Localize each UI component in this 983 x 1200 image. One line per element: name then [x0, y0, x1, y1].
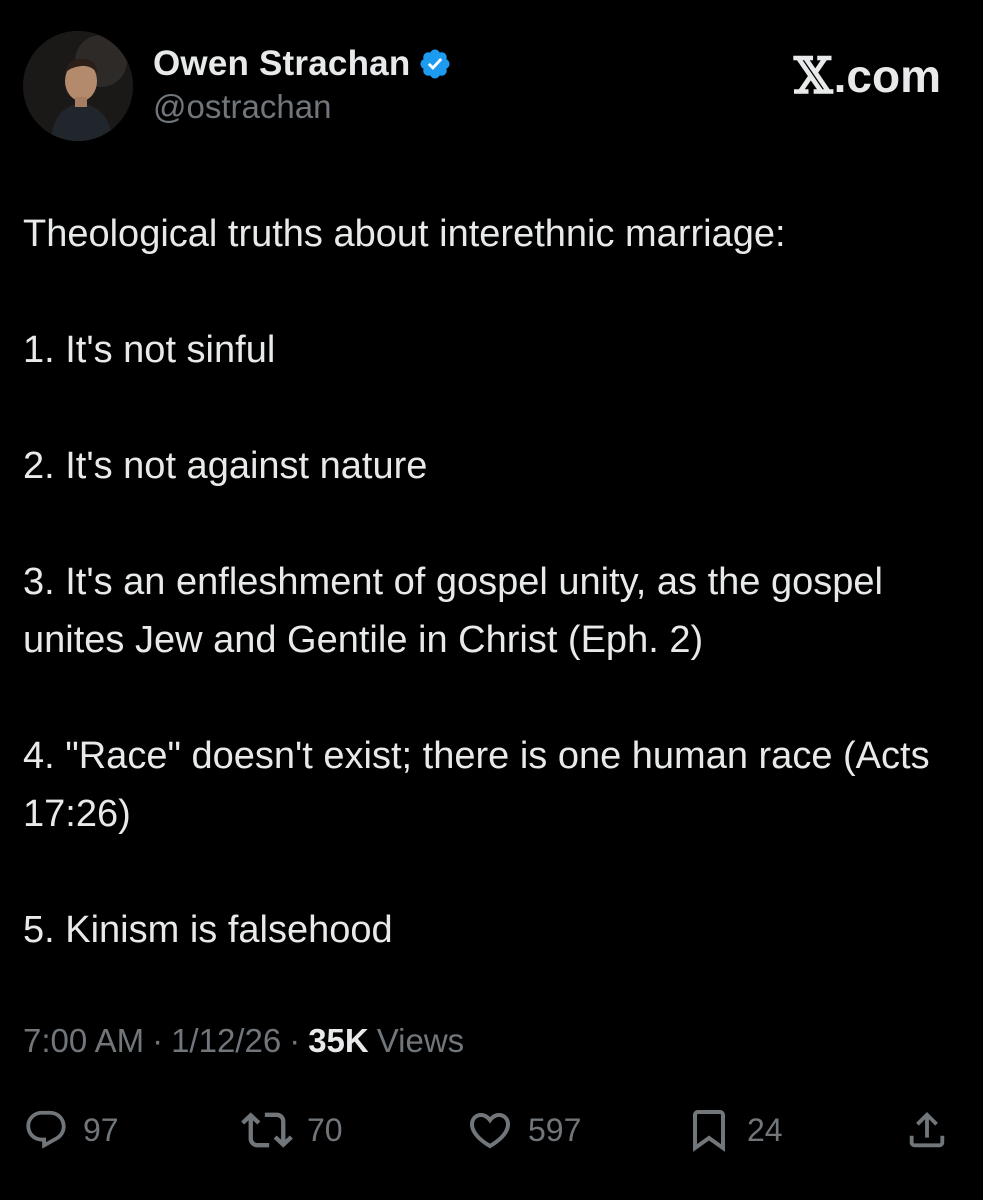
tweet-point-3: 3. It's an enfleshment of gospel unity, …	[23, 561, 883, 661]
tweet-text: Theological truths about interethnic mar…	[23, 205, 953, 1017]
display-name[interactable]: Owen Strachan	[153, 44, 410, 84]
x-logo-icon: 𝕏	[793, 46, 833, 105]
reply-count: 97	[83, 1111, 119, 1148]
tweet-meta: 7:00 AM · 1/12/26 · 35K Views	[23, 1022, 464, 1060]
bookmark-button[interactable]: 24	[685, 1100, 783, 1160]
tweet-header: Owen Strachan @ostrachan 𝕏 .com	[0, 0, 983, 160]
name-row: Owen Strachan	[153, 42, 452, 86]
repost-count: 70	[307, 1111, 343, 1148]
verified-badge-icon	[418, 47, 452, 81]
tweet-point-2: 2. It's not against nature	[23, 445, 428, 487]
views-label: Views	[376, 1022, 465, 1059]
meta-separator: ·	[152, 1022, 164, 1059]
tweet-point-1: 1. It's not sinful	[23, 329, 276, 371]
tweet-time[interactable]: 7:00 AM	[23, 1022, 144, 1060]
bookmark-icon	[693, 1110, 725, 1152]
reply-icon	[26, 1110, 66, 1149]
heart-icon	[469, 1113, 511, 1149]
repost-button[interactable]: 70	[241, 1100, 343, 1160]
like-button[interactable]: 597	[466, 1100, 581, 1160]
share-button[interactable]	[904, 1100, 950, 1160]
tweet-date[interactable]: 1/12/26	[171, 1022, 281, 1060]
site-label: 𝕏 .com	[794, 46, 941, 105]
tweet-intro: Theological truths about interethnic mar…	[23, 213, 786, 255]
user-handle[interactable]: @ostrachan	[153, 88, 331, 126]
meta-separator: ·	[289, 1022, 301, 1059]
site-label-text: .com	[833, 49, 941, 102]
reply-button[interactable]: 97	[23, 1100, 119, 1160]
profile-photo	[23, 31, 133, 141]
like-count: 597	[528, 1111, 582, 1148]
tweet-point-5: 5. Kinism is falsehood	[23, 909, 393, 951]
tweet-point-4: 4. "Race" doesn't exist; there is one hu…	[23, 735, 930, 835]
share-icon	[909, 1111, 945, 1148]
action-bar: 97 70 597 24	[0, 1100, 983, 1160]
avatar[interactable]	[23, 31, 133, 141]
repost-icon	[241, 1112, 293, 1148]
views-count: 35K	[308, 1022, 369, 1059]
bookmark-count: 24	[747, 1111, 783, 1148]
